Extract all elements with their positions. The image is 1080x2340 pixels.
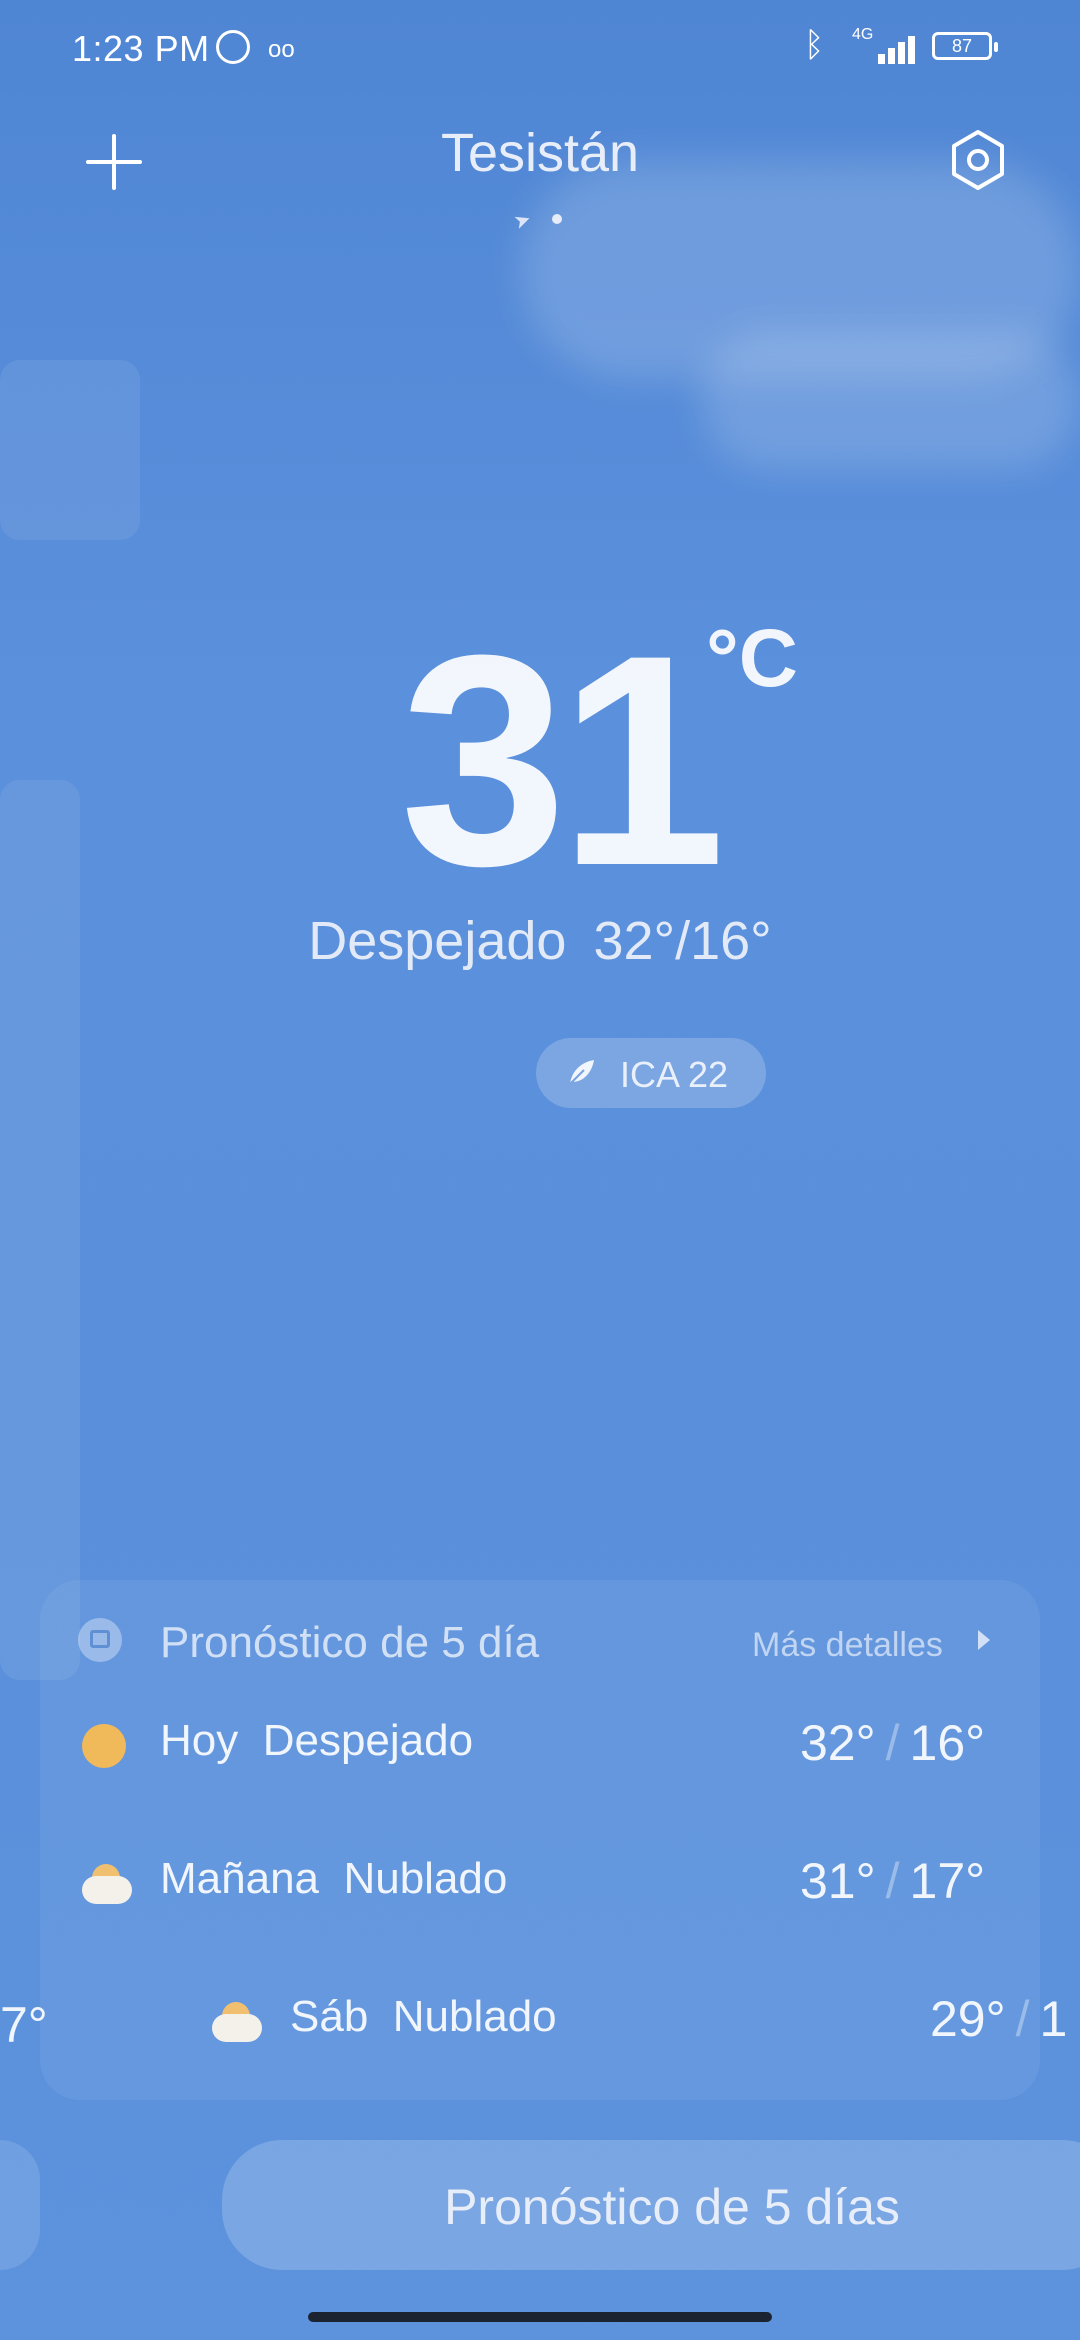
settings-button[interactable]: [944, 126, 1012, 194]
network-type-label: 4G: [852, 26, 874, 43]
status-bar: 1:23 PM oo ᛒ 4G 87: [0, 0, 1080, 96]
add-city-button[interactable]: [82, 130, 146, 194]
forecast-row-today[interactable]: Hoy Despejado 32°/16°: [80, 1708, 1000, 1788]
forecast-condition: Despejado: [262, 1716, 474, 1765]
forecast-low: 1: [1039, 1991, 1068, 2047]
forecast-row-tomorrow[interactable]: Mañana Nublado 31°/17°: [80, 1846, 1000, 1926]
background-cloud: [700, 330, 1080, 470]
sun-icon: [80, 1722, 128, 1770]
forecast-row-saturday[interactable]: Sáb Nublado 29°/1: [210, 1984, 1080, 2064]
forecast-condition: Nublado: [392, 1992, 557, 2041]
forecast-high: 31°: [800, 1853, 876, 1909]
condition-text: Despejado: [308, 911, 567, 971]
voicemail-icon: oo: [268, 36, 295, 63]
forecast-temps: 31°/17°: [800, 1853, 986, 1909]
forecast-day: Sáb: [290, 1992, 369, 2041]
more-details-link[interactable]: Más detalles: [752, 1626, 943, 1665]
leaf-icon: [569, 1060, 594, 1085]
calendar-icon: [78, 1618, 122, 1662]
aqi-text: ICA 22: [620, 1054, 729, 1095]
forecast-day: Mañana: [160, 1854, 320, 1903]
partly-cloudy-icon: [80, 1860, 132, 1908]
partly-cloudy-icon: [210, 1998, 262, 2046]
forecast-high: 32°: [800, 1715, 876, 1771]
forecast-day: Hoy: [160, 1716, 239, 1765]
forecast-low: 16°: [909, 1715, 986, 1771]
city-name: Tesistán: [440, 123, 640, 183]
forecast-high: 29°: [930, 1991, 1006, 2047]
high-low-text: 32°/16°: [593, 911, 772, 971]
page-indicator: ➤: [500, 206, 580, 234]
top-bar: Tesistán ➤: [0, 110, 1080, 234]
page-dot: [552, 214, 562, 224]
battery-icon: 87: [932, 32, 998, 60]
home-indicator[interactable]: [308, 2312, 772, 2322]
background-panel: [0, 360, 140, 540]
status-time: 1:23 PM: [72, 28, 210, 69]
temperature-unit: °C: [706, 613, 799, 704]
chevron-right-icon: [978, 1630, 990, 1650]
five-day-forecast-button[interactable]: Pronóstico de 5 días: [222, 2140, 1080, 2270]
whatsapp-icon: [216, 30, 250, 64]
current-temperature: 31: [400, 592, 726, 928]
forecast-partial-temp: 7°: [0, 1997, 48, 2053]
current-condition: Despejado 32°/16°: [0, 910, 1080, 972]
forecast-temps: 32°/16°: [800, 1715, 986, 1771]
previous-card-stub: [0, 2140, 40, 2270]
bluetooth-icon: ᛒ: [804, 26, 825, 64]
aqi-badge[interactable]: ICA 22: [536, 1038, 766, 1108]
forecast-low: 17°: [909, 1853, 986, 1909]
signal-icon: 4G: [852, 26, 916, 64]
forecast-condition: Nublado: [343, 1854, 508, 1903]
forecast-temps: 29°/1: [930, 1991, 1068, 2047]
five-day-forecast-label: Pronóstico de 5 días: [444, 2179, 900, 2235]
forecast-title: Pronóstico de 5 día: [160, 1618, 540, 1667]
